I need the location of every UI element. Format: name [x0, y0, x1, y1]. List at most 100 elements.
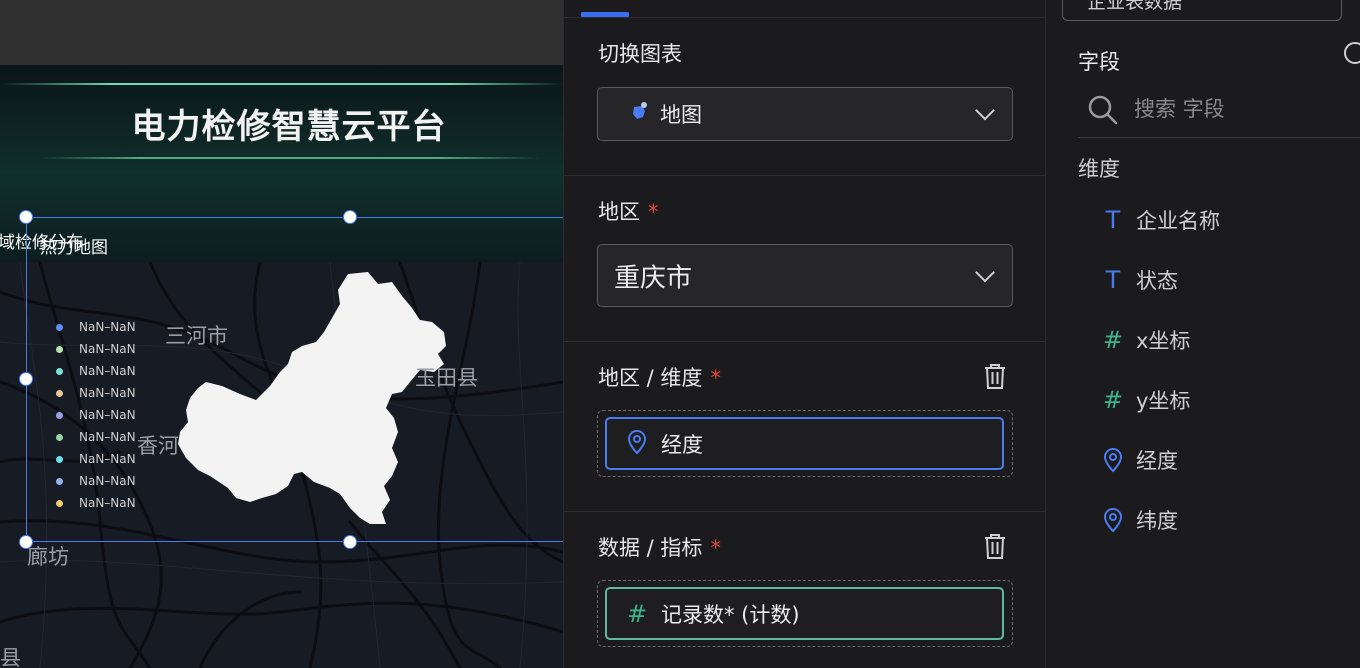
legend-item: NaN–NaN	[56, 360, 136, 382]
legend-item: NaN–NaN	[56, 448, 136, 470]
legend-item: NaN–NaN	[56, 470, 136, 492]
legend-dot	[56, 411, 63, 419]
banner-title: 电力检修智慧云平台	[131, 107, 447, 147]
canvas-top-bar	[0, 0, 563, 65]
field-item-x-coordinate[interactable]: # x坐标	[1100, 320, 1340, 360]
legend-label: NaN–NaN	[79, 386, 136, 400]
legend-dot	[56, 455, 63, 463]
datasource-select[interactable]: 企业表数据	[1062, 0, 1342, 21]
widget-title: 热力地图	[40, 238, 108, 258]
field-item-y-coordinate[interactable]: # y坐标	[1100, 380, 1340, 420]
metric-field-pill[interactable]: # 记录数* (计数)	[605, 587, 1004, 640]
dimension-field-label: 经度	[661, 432, 703, 457]
text-type-icon: T	[1105, 266, 1121, 294]
legend-dot	[56, 389, 63, 397]
dashboard-banner: 电力检修智慧云平台	[0, 65, 563, 261]
field-item-latitude[interactable]: 纬度	[1100, 500, 1340, 540]
legend-dot	[56, 477, 63, 485]
design-canvas[interactable]: 电力检修智慧云平台 域检修分布 热力地图 三河市 玉田县 香河 廊坊 县 NaN…	[0, 0, 563, 668]
legend-label: NaN–NaN	[79, 496, 136, 510]
legend-label: NaN–NaN	[79, 474, 136, 488]
map-chart-icon	[628, 101, 650, 127]
legend-item: NaN–NaN	[56, 338, 136, 360]
map-label-langfang: 廊坊	[27, 545, 69, 569]
required-mark: *	[710, 536, 721, 560]
chevron-down-icon	[975, 262, 995, 282]
number-type-icon: #	[1102, 386, 1124, 414]
region-value: 重庆市	[614, 263, 693, 293]
legend-item: NaN–NaN	[56, 316, 136, 338]
resize-handle-top-left[interactable]	[19, 210, 33, 224]
legend-label: NaN–NaN	[79, 342, 136, 356]
chart-type-value: 地图	[660, 103, 702, 127]
data-metric-label-text: 数据 / 指标	[598, 536, 703, 560]
legend-dot	[56, 433, 63, 441]
switch-chart-label: 切换图表	[598, 42, 682, 66]
legend-label: NaN–NaN	[79, 430, 136, 444]
map-label-xianghe: 香河	[137, 434, 179, 458]
field-item-company-name[interactable]: T 企业名称	[1100, 200, 1340, 240]
legend-label: NaN–NaN	[79, 452, 136, 466]
dimension-field-pill[interactable]: 经度	[605, 417, 1004, 470]
chevron-down-icon	[975, 100, 995, 121]
tab-divider	[564, 17, 1046, 18]
field-item-label: 状态	[1136, 269, 1178, 293]
text-type-icon: T	[1105, 206, 1121, 234]
metric-dropzone[interactable]: # 记录数* (计数)	[597, 580, 1013, 647]
data-metric-label: 数据 / 指标 *	[598, 532, 721, 562]
banner-glow-line-top	[0, 83, 563, 85]
metric-field-label: 记录数* (计数)	[661, 602, 800, 627]
chart-type-select[interactable]: 地图	[597, 87, 1013, 141]
field-item-label: 企业名称	[1136, 209, 1220, 233]
trash-icon[interactable]	[982, 362, 1008, 390]
search-input[interactable]	[1134, 94, 1354, 124]
field-search	[1078, 82, 1360, 138]
field-item-label: x坐标	[1136, 329, 1191, 353]
active-tab-indicator	[581, 12, 629, 17]
legend-item: NaN–NaN	[56, 382, 136, 404]
legend-item: NaN–NaN	[56, 492, 136, 514]
datasource-value: 企业表数据	[1087, 0, 1183, 13]
legend-dot	[56, 499, 63, 507]
resize-handle-middle-left[interactable]	[19, 372, 33, 386]
region-label-text: 地区	[598, 200, 640, 224]
required-mark: *	[710, 366, 721, 390]
field-item-label: y坐标	[1136, 389, 1191, 413]
resize-handle-bottom-center[interactable]	[343, 535, 357, 549]
trash-icon[interactable]	[982, 532, 1008, 560]
legend-label: NaN–NaN	[79, 320, 136, 334]
map-label-xian: 县	[0, 646, 21, 668]
number-type-icon: #	[627, 599, 648, 628]
legend-label: NaN–NaN	[79, 408, 136, 422]
refresh-icon[interactable]	[1344, 42, 1360, 64]
section-divider	[564, 175, 1046, 176]
section-divider	[564, 511, 1046, 512]
search-icon	[1088, 95, 1118, 129]
fields-title: 字段	[1078, 50, 1120, 74]
required-mark: *	[648, 200, 659, 224]
resize-handle-top-center[interactable]	[343, 210, 357, 224]
map-label-yutian: 玉田县	[415, 366, 478, 390]
legend-item: NaN–NaN	[56, 404, 136, 426]
dimensions-title: 维度	[1078, 157, 1120, 181]
section-divider	[564, 341, 1046, 342]
legend-dot	[56, 367, 63, 375]
legend-label: NaN–NaN	[79, 364, 136, 378]
map-label-sanhe: 三河市	[165, 324, 228, 348]
field-item-status[interactable]: T 状态	[1100, 260, 1340, 300]
dimension-dropzone[interactable]: 经度	[597, 410, 1013, 477]
region-select[interactable]: 重庆市	[597, 244, 1013, 307]
region-label: 地区 *	[598, 196, 659, 226]
banner-glow-line-bottom	[40, 157, 540, 159]
legend-dot	[56, 323, 63, 331]
field-item-label: 纬度	[1136, 509, 1178, 533]
field-item-longitude[interactable]: 经度	[1100, 440, 1340, 480]
fields-panel: 企业表数据 字段 维度 T 企业名称 T 状态 # x坐标 # y坐标 经度 纬…	[1046, 0, 1360, 668]
region-dimension-label-text: 地区 / 维度	[598, 366, 703, 390]
resize-handle-bottom-left[interactable]	[19, 535, 33, 549]
location-pin-icon	[627, 429, 647, 459]
chart-config-panel: 切换图表 地图 地区 * 重庆市 地区 / 维度 * 经度 数据 / 指标 * …	[563, 0, 1046, 668]
location-pin-icon	[1100, 507, 1126, 533]
number-type-icon: #	[1102, 326, 1124, 354]
legend-item: NaN–NaN	[56, 426, 136, 448]
